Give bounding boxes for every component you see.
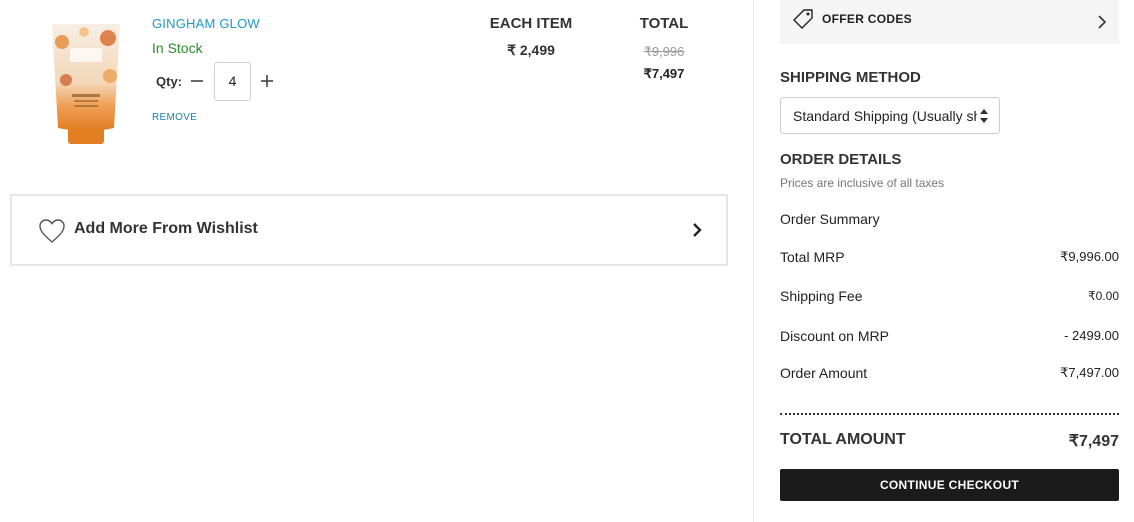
shipping-fee-label: Shipping Fee [780, 288, 863, 304]
sort-arrows-icon [980, 109, 988, 123]
quantity-label: Qty: [156, 74, 182, 89]
each-item-price: ₹ 2,499 [507, 42, 555, 58]
total-mrp-label: Total MRP [780, 249, 845, 265]
order-details-note: Prices are inclusive of all taxes [780, 176, 945, 190]
shipping-method-select[interactable]: Standard Shipping (Usually ships in [780, 97, 1000, 134]
add-from-wishlist-button[interactable]: Add More From Wishlist [10, 194, 728, 266]
tag-icon [793, 9, 813, 29]
shipping-fee-value: ₹0.00 [1088, 289, 1119, 303]
discount-label: Discount on MRP [780, 328, 889, 344]
total-original-price: ₹9,996 [643, 44, 685, 59]
quantity-input[interactable]: 4 [214, 62, 251, 101]
column-divider [753, 0, 754, 522]
summary-divider [780, 413, 1119, 415]
heart-icon [39, 219, 65, 243]
remove-item-link[interactable]: REMOVE [152, 112, 197, 123]
order-amount-value: ₹7,497.00 [1060, 365, 1119, 380]
cart-page: GINGHAM GLOW In Stock Qty: 4 REMOVE EACH… [0, 0, 1134, 522]
order-amount-label: Order Amount [780, 365, 868, 381]
total-discounted-price: ₹7,497 [643, 66, 685, 81]
chevron-right-icon [693, 223, 702, 237]
total-amount-value: ₹7,497 [1068, 433, 1119, 450]
minus-icon [191, 80, 203, 82]
order-details-title: ORDER DETAILS [780, 151, 902, 168]
product-image[interactable] [44, 20, 128, 152]
wishlist-label: Add More From Wishlist [74, 220, 258, 237]
quantity-decrease-button[interactable] [188, 70, 206, 94]
shipping-method-title: SHIPPING METHOD [780, 69, 921, 86]
total-mrp-value: ₹9,996.00 [1060, 249, 1119, 264]
discount-value: - 2499.00 [1064, 328, 1119, 343]
chevron-right-icon [1098, 15, 1107, 29]
plus-icon [261, 75, 273, 87]
each-item-header: EACH ITEM [489, 15, 573, 32]
total-amount-label: TOTAL AMOUNT [780, 431, 906, 448]
total-header: TOTAL [639, 15, 689, 32]
quantity-increase-button[interactable] [258, 70, 276, 94]
offer-codes-label: OFFER CODES [822, 12, 912, 26]
shipping-method-value: Standard Shipping (Usually ships in [793, 108, 977, 124]
stock-status: In Stock [152, 40, 203, 56]
continue-checkout-button[interactable]: CONTINUE CHECKOUT [780, 469, 1119, 501]
product-name-link[interactable]: GINGHAM GLOW [152, 16, 260, 31]
order-summary-label: Order Summary [780, 211, 880, 227]
offer-codes-button[interactable]: OFFER CODES [780, 0, 1119, 44]
